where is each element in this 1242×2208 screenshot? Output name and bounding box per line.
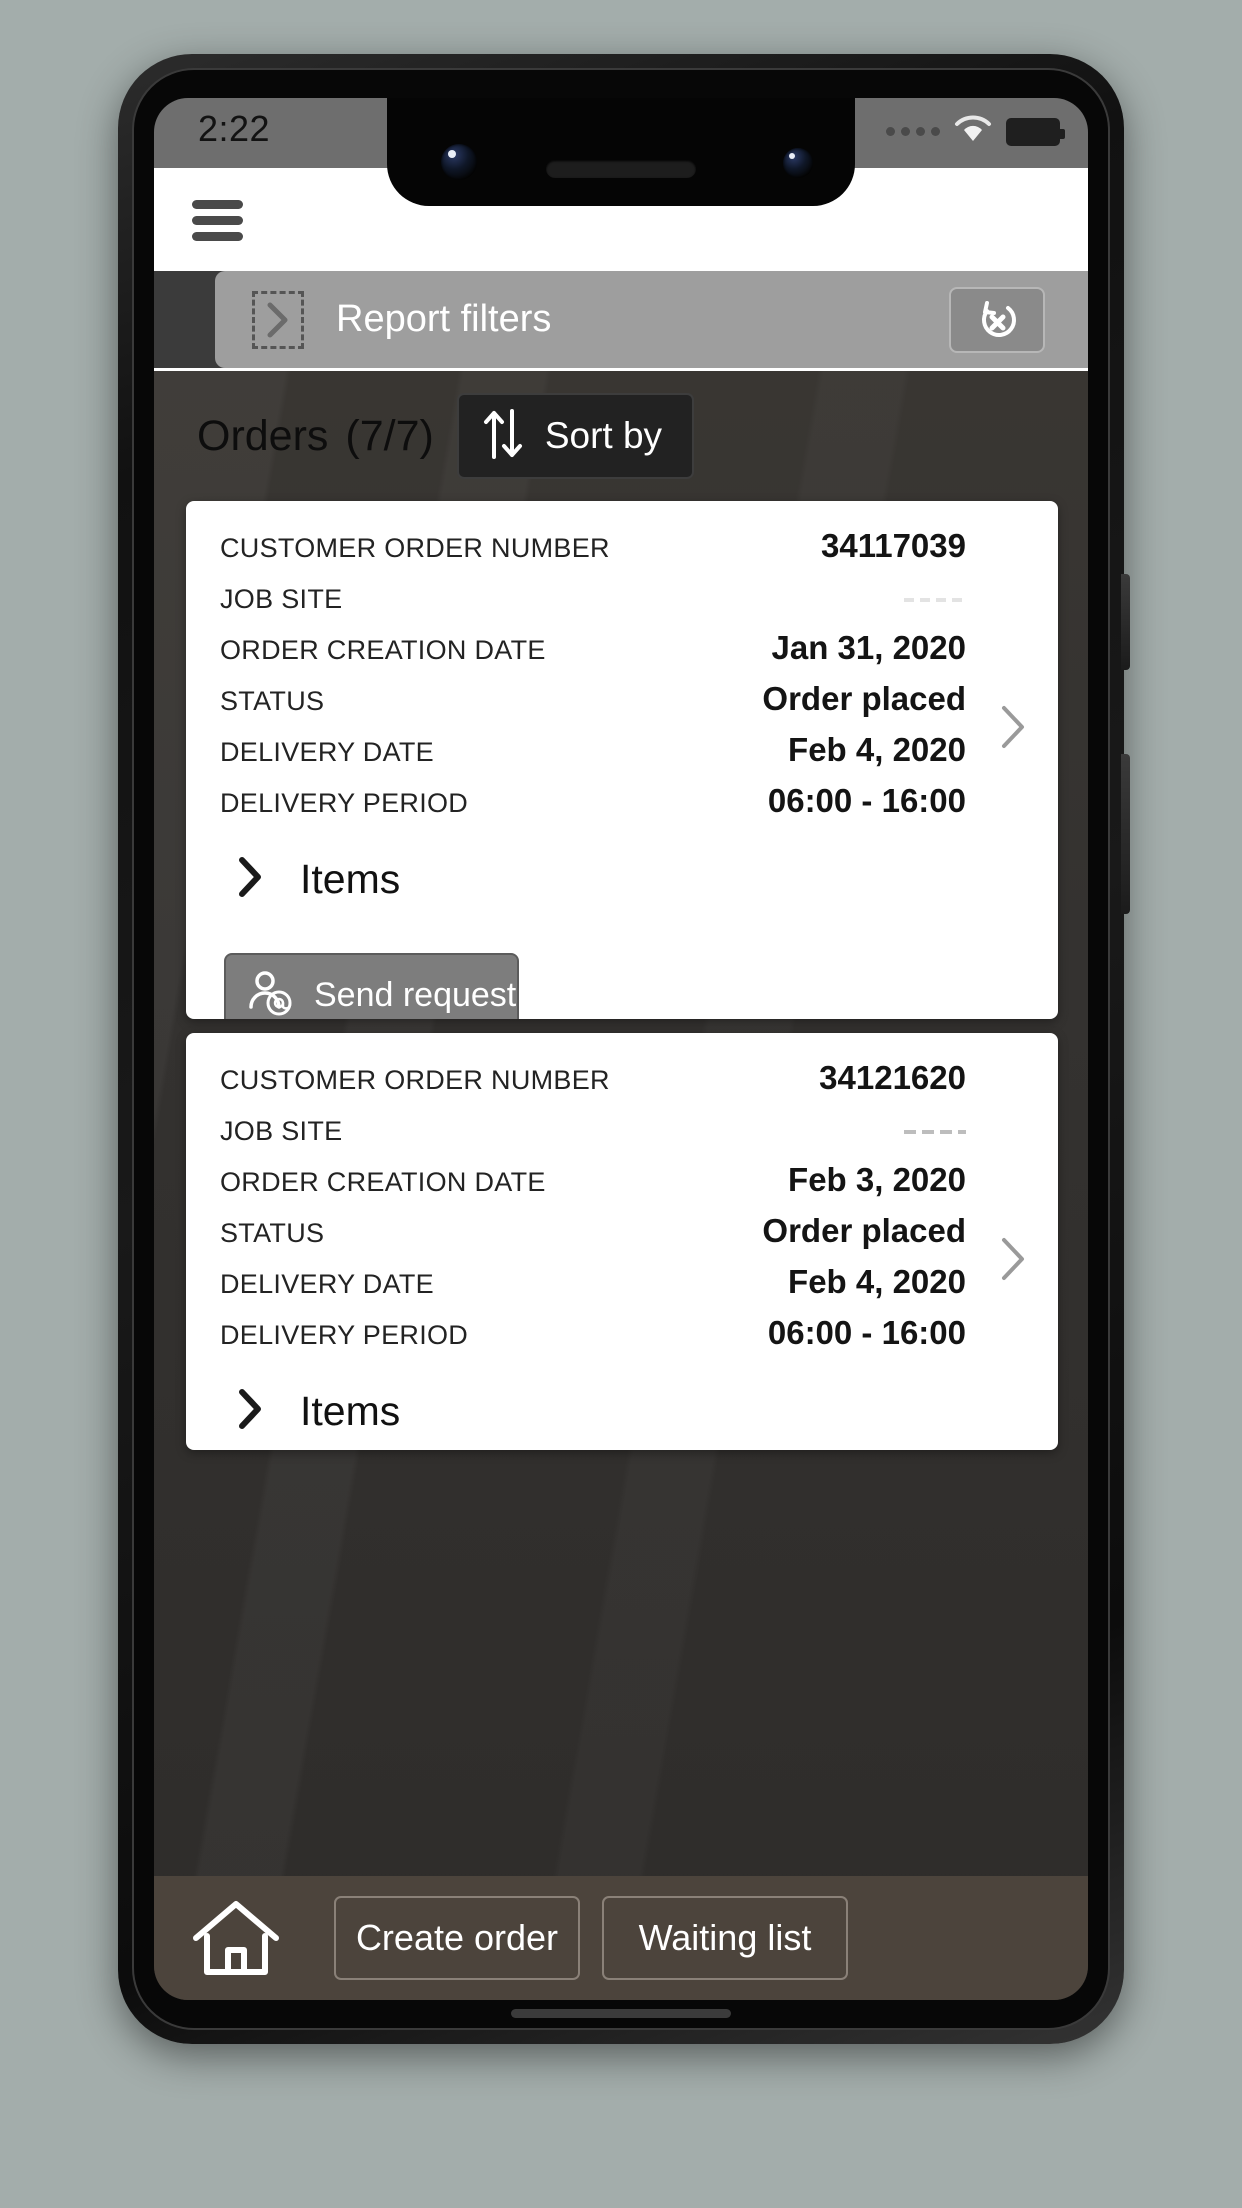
chevron-right-icon[interactable] <box>252 290 304 349</box>
hamburger-menu-icon[interactable] <box>192 200 243 241</box>
wifi-icon <box>954 115 992 148</box>
orders-count: (7/7) <box>345 411 434 460</box>
waiting-list-button[interactable]: Waiting list <box>602 1896 848 1980</box>
order-card[interactable]: CUSTOMER ORDER NUMBER 34117039 JOB SITE … <box>186 501 1058 1019</box>
send-request-button[interactable]: Send request <box>224 953 519 1019</box>
redacted-value <box>904 1130 966 1134</box>
field-value: 06:00 - 16:00 <box>767 1314 966 1351</box>
field-label: STATUS <box>220 686 325 716</box>
status-badge: Order placed <box>762 1212 966 1249</box>
field-value: 34117039 <box>820 527 966 564</box>
field-label: DELIVERY DATE <box>220 737 434 767</box>
reset-filters-icon[interactable] <box>949 287 1045 353</box>
field-label: DELIVERY PERIOD <box>220 1320 469 1350</box>
items-expander[interactable]: Items <box>186 1365 1058 1450</box>
field-label: JOB SITE <box>220 1116 343 1146</box>
field-label: JOB SITE <box>220 584 343 614</box>
phone-notch <box>387 98 855 206</box>
bottom-navigation-bar: Create order Waiting list <box>154 1876 1088 2000</box>
send-request-label: Send request <box>314 975 517 1014</box>
create-order-button[interactable]: Create order <box>334 1896 580 1980</box>
items-expander[interactable]: Items <box>186 833 1058 925</box>
field-status: STATUS Order placed <box>186 680 1058 731</box>
items-label: Items <box>300 1387 401 1434</box>
field-label: CUSTOMER ORDER NUMBER <box>220 1065 610 1095</box>
field-value: Feb 3, 2020 <box>788 1161 966 1198</box>
report-filters-bar: Report filters <box>154 271 1088 371</box>
field-order-creation-date: ORDER CREATION DATE Jan 31, 2020 <box>186 629 1058 680</box>
status-badge: Order placed <box>762 680 966 717</box>
chevron-right-icon[interactable] <box>996 703 1030 748</box>
front-camera-right <box>783 148 813 178</box>
order-card[interactable]: CUSTOMER ORDER NUMBER 34121620 JOB SITE … <box>186 1033 1058 1450</box>
field-order-creation-date: ORDER CREATION DATE Feb 3, 2020 <box>186 1161 1058 1212</box>
status-bar-clock: 2:22 <box>198 108 271 149</box>
order-card-fields: CUSTOMER ORDER NUMBER 34121620 JOB SITE … <box>186 1033 1058 1365</box>
field-customer-order-number: CUSTOMER ORDER NUMBER 34121620 <box>186 1059 1058 1110</box>
field-label: ORDER CREATION DATE <box>220 635 546 665</box>
phone-device-frame: 2:22 Report filters Orders (7/7) Sort by… <box>118 54 1130 2044</box>
field-value: Jan 31, 2020 <box>771 629 967 666</box>
chevron-right-icon[interactable] <box>996 1235 1030 1280</box>
field-status: STATUS Order placed <box>186 1212 1058 1263</box>
field-job-site: JOB SITE <box>186 1110 1058 1161</box>
orders-header: Orders (7/7) Sort by <box>154 371 1088 501</box>
redacted-value <box>904 598 966 602</box>
field-delivery-period: DELIVERY PERIOD 06:00 - 16:00 <box>186 1314 1058 1365</box>
gesture-indicator <box>511 2009 731 2018</box>
front-camera-left <box>441 144 477 180</box>
field-value: Feb 4, 2020 <box>788 1263 966 1300</box>
field-delivery-date: DELIVERY DATE Feb 4, 2020 <box>186 731 1058 782</box>
field-delivery-period: DELIVERY PERIOD 06:00 - 16:00 <box>186 782 1058 833</box>
field-label: ORDER CREATION DATE <box>220 1167 546 1197</box>
order-card-fields: CUSTOMER ORDER NUMBER 34117039 JOB SITE … <box>186 501 1058 833</box>
field-value <box>904 578 966 616</box>
earpiece-speaker <box>546 160 696 178</box>
field-value: 34121620 <box>819 1059 966 1096</box>
field-job-site: JOB SITE <box>186 578 1058 629</box>
chevron-right-icon <box>236 855 264 904</box>
phone-screen: 2:22 Report filters Orders (7/7) Sort by… <box>154 98 1088 2000</box>
field-delivery-date: DELIVERY DATE Feb 4, 2020 <box>186 1263 1058 1314</box>
field-customer-order-number: CUSTOMER ORDER NUMBER 34117039 <box>186 527 1058 578</box>
report-filters-title: Report filters <box>336 298 552 340</box>
field-label: STATUS <box>220 1218 325 1248</box>
battery-full-icon <box>1006 117 1065 146</box>
chevron-right-icon <box>236 1387 264 1436</box>
field-label: DELIVERY PERIOD <box>220 788 469 818</box>
person-at-icon <box>246 969 298 1020</box>
field-value: 06:00 - 16:00 <box>767 782 966 819</box>
field-label: DELIVERY DATE <box>220 1269 434 1299</box>
home-icon[interactable] <box>188 1896 284 1980</box>
items-label: Items <box>300 855 401 902</box>
volume-button[interactable] <box>1121 754 1130 914</box>
signal-dots-icon <box>886 127 940 136</box>
field-value: Feb 4, 2020 <box>788 731 966 768</box>
sort-by-button[interactable]: Sort by <box>456 393 695 479</box>
field-label: CUSTOMER ORDER NUMBER <box>220 533 610 563</box>
sort-arrows-icon <box>481 405 525 468</box>
status-bar-icons <box>886 115 1065 148</box>
screenshot-backdrop: 2:22 Report filters Orders (7/7) Sort by… <box>0 0 1242 2208</box>
page-title: Orders <box>197 411 329 460</box>
power-button[interactable] <box>1121 574 1130 670</box>
field-value <box>904 1110 966 1148</box>
main-content: Report filters Orders (7/7) Sort by CUST… <box>154 271 1088 2000</box>
sort-by-label: Sort by <box>544 415 663 456</box>
